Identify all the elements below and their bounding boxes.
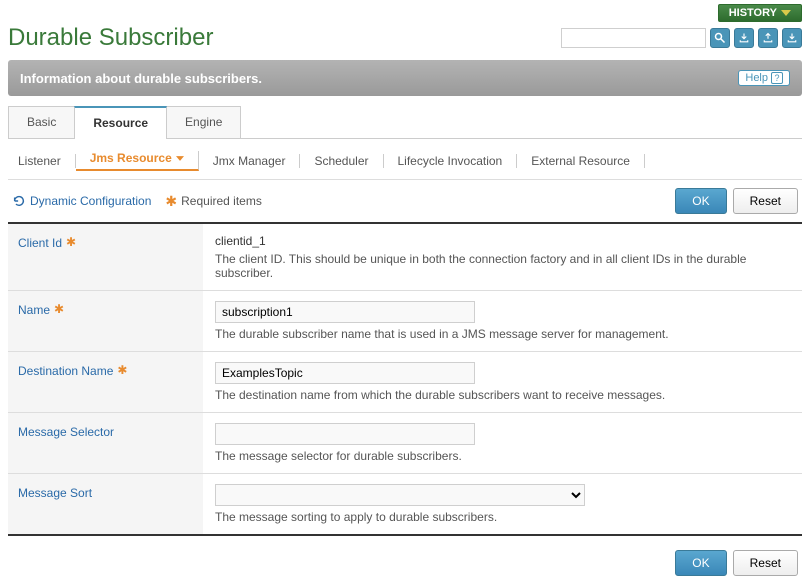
required-star-icon: ✱ — [66, 236, 76, 248]
value-client-id: clientid_1 — [215, 234, 790, 248]
label-message-selector: Message Selector — [8, 413, 203, 473]
row-destination-name: Destination Name ✱ The destination name … — [8, 352, 802, 413]
dynamic-configuration-label: Dynamic Configuration — [30, 194, 151, 208]
label-destination-name: Destination Name ✱ — [8, 352, 203, 412]
tab-jms-resource-label: Jms Resource — [90, 151, 172, 165]
required-items-label: Required items — [181, 194, 262, 208]
row-message-sort: Message Sort The message sorting to appl… — [8, 474, 802, 534]
tab-listener[interactable]: Listener — [18, 154, 76, 168]
info-bar: Information about durable subscribers. H… — [8, 60, 802, 96]
required-items-legend: ✱ Required items — [165, 193, 261, 210]
export-xml-button[interactable] — [758, 28, 778, 48]
tab-external-resource[interactable]: External Resource — [517, 154, 645, 168]
dynamic-configuration-link[interactable]: Dynamic Configuration — [12, 194, 151, 208]
secondary-tabs: Listener Jms Resource Jmx Manager Schedu… — [8, 139, 802, 180]
row-message-selector: Message Selector The message selector fo… — [8, 413, 802, 474]
page-title: Durable Subscriber — [8, 24, 213, 52]
chevron-down-icon — [176, 156, 184, 161]
label-name: Name ✱ — [8, 291, 203, 351]
info-bar-text: Information about durable subscribers. — [20, 71, 262, 86]
search-input[interactable] — [561, 28, 706, 48]
history-label: HISTORY — [729, 7, 777, 19]
import-icon — [738, 32, 750, 44]
desc-client-id: The client ID. This should be unique in … — [215, 252, 790, 280]
select-message-sort[interactable] — [215, 484, 585, 506]
refresh-icon — [12, 194, 26, 208]
form: Client Id ✱ clientid_1 The client ID. Th… — [8, 222, 802, 536]
label-message-sort: Message Sort — [8, 474, 203, 534]
tab-jmx-manager[interactable]: Jmx Manager — [199, 154, 301, 168]
search-button[interactable] — [710, 28, 730, 48]
help-label: Help — [745, 72, 768, 84]
desc-message-selector: The message selector for durable subscri… — [215, 449, 790, 463]
required-star-icon: ✱ — [165, 193, 177, 210]
row-name: Name ✱ The durable subscriber name that … — [8, 291, 802, 352]
help-icon: ? — [771, 72, 783, 84]
history-button[interactable]: HISTORY — [718, 4, 802, 22]
desc-message-sort: The message sorting to apply to durable … — [215, 510, 790, 524]
import-xml-button[interactable] — [782, 28, 802, 48]
required-star-icon: ✱ — [117, 364, 127, 376]
desc-name: The durable subscriber name that is used… — [215, 327, 790, 341]
import-xml-icon — [786, 32, 798, 44]
label-client-id: Client Id ✱ — [8, 224, 203, 290]
row-client-id: Client Id ✱ clientid_1 The client ID. Th… — [8, 224, 802, 291]
tab-basic[interactable]: Basic — [8, 106, 75, 138]
bottom-actions: OK Reset — [8, 536, 802, 580]
tab-lifecycle-invocation[interactable]: Lifecycle Invocation — [384, 154, 518, 168]
tab-engine[interactable]: Engine — [166, 106, 241, 138]
tab-resource[interactable]: Resource — [74, 106, 167, 138]
search-icon — [714, 32, 726, 44]
help-button[interactable]: Help ? — [738, 70, 790, 86]
primary-tabs: Basic Resource Engine — [8, 106, 802, 139]
tab-jms-resource[interactable]: Jms Resource — [76, 151, 199, 171]
required-star-icon: ✱ — [54, 303, 64, 315]
desc-destination-name: The destination name from which the dura… — [215, 388, 790, 402]
ok-button[interactable]: OK — [675, 188, 726, 214]
tab-scheduler[interactable]: Scheduler — [300, 154, 383, 168]
export-xml-icon — [762, 32, 774, 44]
chevron-down-icon — [781, 10, 791, 16]
reset-button-bottom[interactable]: Reset — [733, 550, 798, 576]
input-destination-name[interactable] — [215, 362, 475, 384]
input-message-selector[interactable] — [215, 423, 475, 445]
input-name[interactable] — [215, 301, 475, 323]
import-button[interactable] — [734, 28, 754, 48]
ok-button-bottom[interactable]: OK — [675, 550, 726, 576]
search-area — [561, 28, 802, 48]
reset-button[interactable]: Reset — [733, 188, 798, 214]
toolbar: Dynamic Configuration ✱ Required items O… — [8, 180, 802, 222]
